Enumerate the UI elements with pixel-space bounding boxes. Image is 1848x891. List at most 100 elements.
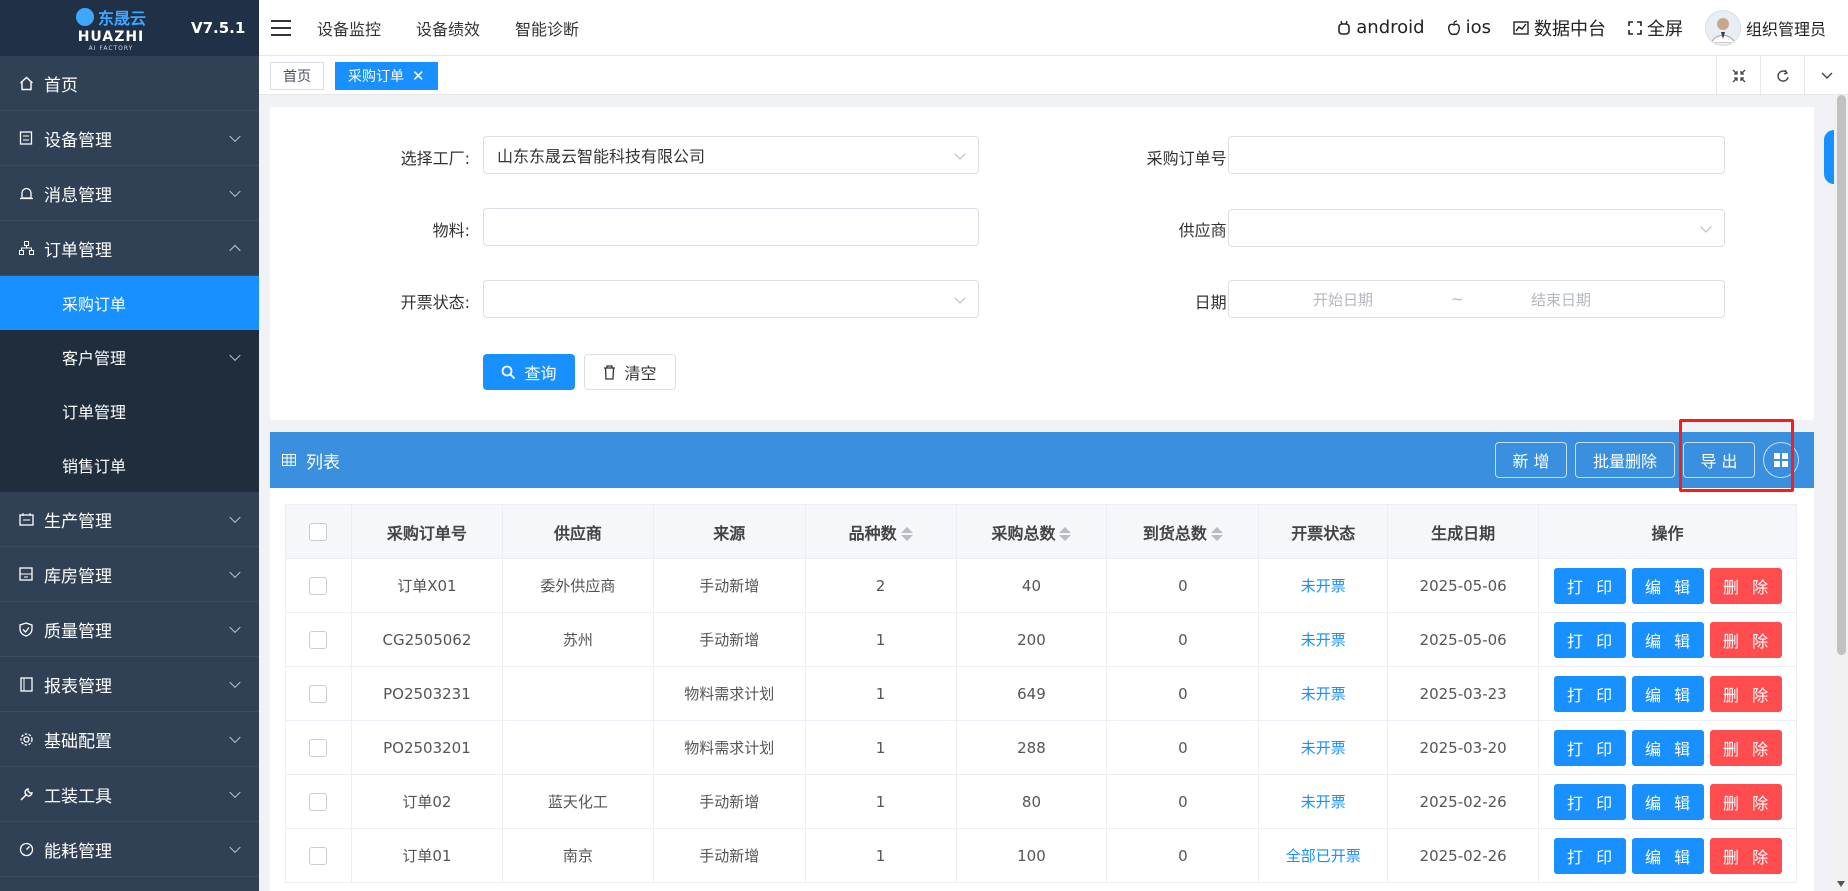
tab-home[interactable]: 首页 <box>270 62 324 90</box>
edit-button[interactable]: 编 辑 <box>1631 837 1704 874</box>
ios-link[interactable]: ios <box>1447 17 1491 38</box>
order-no-input[interactable] <box>1228 136 1725 174</box>
sidebar-item[interactable]: 报表管理 <box>0 657 259 712</box>
invoice-status-link[interactable]: 未开票 <box>1301 631 1346 649</box>
chevron-down-icon <box>954 148 966 160</box>
invoice-status-select[interactable] <box>483 280 979 318</box>
edit-button[interactable]: 编 辑 <box>1631 675 1704 712</box>
row-select-cell <box>285 558 352 613</box>
cell-date: 2025-03-20 <box>1387 720 1540 775</box>
top-nav-smart-diagnosis[interactable]: 智能诊断 <box>515 16 579 40</box>
sort-icon[interactable] <box>1059 527 1072 541</box>
date-range-picker[interactable]: 开始日期 ~ 结束日期 <box>1228 280 1725 318</box>
invoice-status-link[interactable]: 未开票 <box>1301 577 1346 595</box>
row-checkbox[interactable] <box>309 684 328 703</box>
col-supplier: 供应商 <box>501 504 654 559</box>
shrink-icon[interactable] <box>1716 56 1760 96</box>
tab-purchase-order[interactable]: 采购订单 ✕ <box>335 62 438 90</box>
col-date: 生成日期 <box>1387 504 1540 559</box>
sidebar-item[interactable]: 首页 <box>0 56 259 111</box>
date-start-placeholder[interactable]: 开始日期 <box>1313 289 1373 310</box>
print-button[interactable]: 打 印 <box>1553 621 1626 658</box>
sidebar-subitem[interactable]: 销售订单 <box>0 438 259 492</box>
invoice-status-link[interactable]: 全部已开票 <box>1286 847 1361 865</box>
row-checkbox[interactable] <box>309 630 328 649</box>
android-link[interactable]: android <box>1337 17 1425 38</box>
scroll-down-arrow-icon[interactable] <box>1837 881 1845 887</box>
clear-button[interactable]: 清空 <box>584 354 676 390</box>
sidebar-item-label: 质量管理 <box>44 621 112 642</box>
invoice-status-link[interactable]: 未开票 <box>1301 685 1346 703</box>
close-icon[interactable]: ✕ <box>412 67 425 85</box>
sidebar-item[interactable]: 工装工具 <box>0 767 259 822</box>
scrollbar-thumb[interactable] <box>1837 95 1846 655</box>
vertical-scrollbar[interactable] <box>1834 95 1848 891</box>
edit-button[interactable]: 编 辑 <box>1631 783 1704 820</box>
material-input[interactable] <box>483 208 979 246</box>
sidebar-subitem[interactable]: 采购订单 <box>0 276 259 330</box>
cell-supplier: 蓝天化工 <box>501 774 654 829</box>
row-checkbox[interactable] <box>309 792 328 811</box>
table-row: CG2505062 苏州 手动新增 1 200 0 未开票 2025-05-06 打 印编 辑删… <box>285 612 1797 667</box>
invoice-status-link[interactable]: 未开票 <box>1301 739 1346 757</box>
menu-toggle-icon[interactable] <box>271 19 291 36</box>
row-checkbox[interactable] <box>309 576 328 595</box>
sidebar-item[interactable]: 订单管理 <box>0 221 259 276</box>
sidebar-item[interactable]: 质量管理 <box>0 602 259 657</box>
cell-order-no: PO2503201 <box>350 720 503 775</box>
sidebar-subitem[interactable]: 客户管理 <box>0 330 259 384</box>
add-button-label: 新 增 <box>1512 452 1550 471</box>
data-center-label: 数据中台 <box>1533 18 1606 40</box>
delete-button[interactable]: 删 除 <box>1709 675 1782 712</box>
chevron-down-icon <box>229 185 241 198</box>
print-button[interactable]: 打 印 <box>1553 837 1626 874</box>
sidebar-item[interactable]: 设备管理 <box>0 111 259 166</box>
supplier-select[interactable] <box>1228 209 1725 247</box>
select-all-checkbox[interactable] <box>309 523 328 542</box>
delete-button[interactable]: 删 除 <box>1709 567 1782 604</box>
col-order-no: 采购订单号 <box>350 504 503 559</box>
cell-order-no: 订单01 <box>350 828 503 883</box>
fullscreen-button[interactable]: 全屏 <box>1628 15 1683 41</box>
edit-button[interactable]: 编 辑 <box>1631 729 1704 766</box>
row-checkbox[interactable] <box>309 738 328 757</box>
edit-button[interactable]: 编 辑 <box>1631 621 1704 658</box>
sidebar-item[interactable]: 消息管理 <box>0 166 259 221</box>
col-kinds[interactable]: 品种数 <box>804 504 957 559</box>
refresh-icon[interactable] <box>1760 56 1804 96</box>
data-center-link[interactable]: 数据中台 <box>1513 15 1606 41</box>
add-button[interactable]: 新 增 <box>1495 442 1567 478</box>
sidebar-item[interactable]: 能耗管理 <box>0 822 259 877</box>
delete-button[interactable]: 删 除 <box>1709 783 1782 820</box>
production-icon <box>18 511 34 527</box>
sidebar-subitem[interactable]: 订单管理 <box>0 384 259 438</box>
print-button[interactable]: 打 印 <box>1553 783 1626 820</box>
user-menu[interactable]: 组织管理员 <box>1704 9 1826 46</box>
delete-button[interactable]: 删 除 <box>1709 837 1782 874</box>
factory-select[interactable]: 山东东晟云智能科技有限公司 <box>483 136 979 174</box>
delete-button[interactable]: 删 除 <box>1709 621 1782 658</box>
date-end-placeholder[interactable]: 结束日期 <box>1531 289 1591 310</box>
delete-button[interactable]: 删 除 <box>1709 729 1782 766</box>
chevron-down-icon <box>229 566 241 579</box>
col-arrived[interactable]: 到货总数 <box>1106 504 1260 559</box>
sort-icon[interactable] <box>1210 527 1223 541</box>
row-checkbox[interactable] <box>309 846 328 865</box>
batch-delete-button[interactable]: 批量删除 <box>1575 442 1675 478</box>
print-button[interactable]: 打 印 <box>1553 729 1626 766</box>
sidebar-item[interactable]: 生产管理 <box>0 492 259 547</box>
sort-icon[interactable] <box>900 527 913 541</box>
top-nav-device-performance[interactable]: 设备绩效 <box>416 16 480 40</box>
col-total[interactable]: 采购总数 <box>955 504 1108 559</box>
edit-button[interactable]: 编 辑 <box>1631 567 1704 604</box>
sidebar-item[interactable]: 基础配置 <box>0 712 259 767</box>
print-button[interactable]: 打 印 <box>1553 567 1626 604</box>
row-select-cell <box>285 666 352 721</box>
chevron-down-icon[interactable] <box>1804 56 1848 96</box>
invoice-status-link[interactable]: 未开票 <box>1301 793 1346 811</box>
print-button[interactable]: 打 印 <box>1553 675 1626 712</box>
query-button[interactable]: 查询 <box>483 354 575 390</box>
top-nav-device-monitor[interactable]: 设备监控 <box>317 16 381 40</box>
sidebar-item[interactable]: 库房管理 <box>0 547 259 602</box>
fullscreen-label: 全屏 <box>1646 18 1683 40</box>
